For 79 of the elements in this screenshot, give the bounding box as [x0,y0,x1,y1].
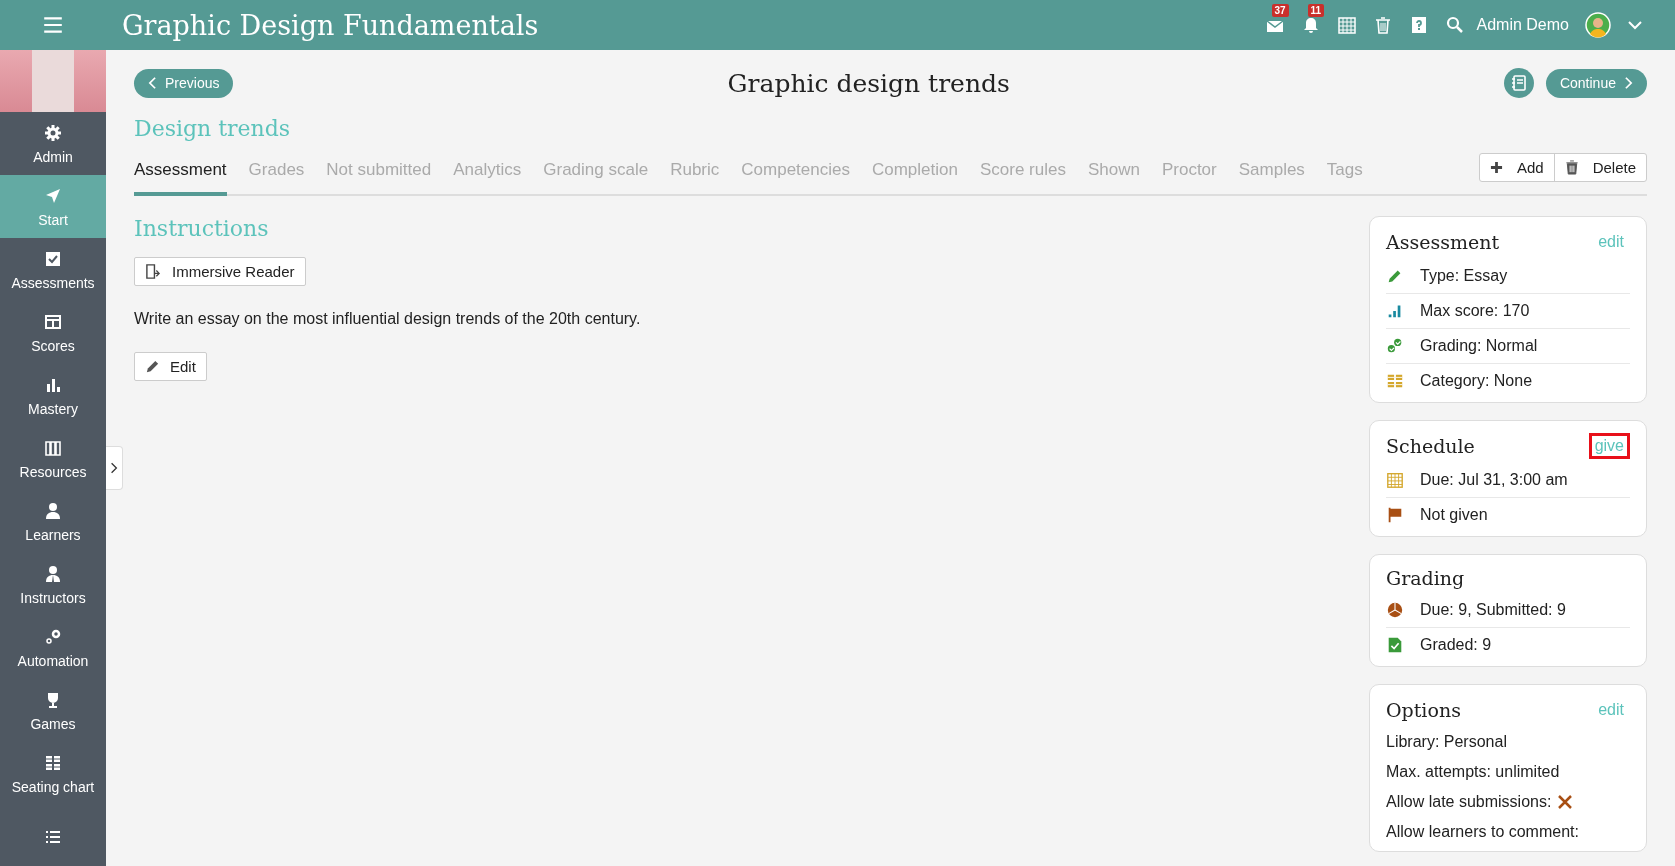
tab[interactable]: Analytics [453,154,522,196]
section-title: Design trends [134,116,292,141]
continue-button[interactable]: Continue [1545,68,1647,98]
grid-icon [1386,372,1404,390]
tab[interactable]: Grading scale [543,154,649,196]
pencil-icon [145,359,160,374]
option-text: Max. attempts: unlimited [1386,763,1560,781]
previous-button[interactable]: Previous [134,68,234,98]
search-icon[interactable] [1444,15,1465,35]
sidebar-item[interactable]: Scores [0,301,106,364]
user-name[interactable]: Admin Demo [1476,16,1569,34]
tab[interactable]: Tags [1326,154,1363,196]
sidebar-item[interactable]: Start [0,175,106,238]
card-title: Grading [1386,567,1465,589]
sidebar-item[interactable]: Resources [0,427,106,490]
tab[interactable]: Score rules [979,154,1066,196]
reader-icon [145,263,162,280]
card-title: Options [1386,699,1461,721]
chevron-right-icon [1624,76,1633,90]
card-row-text: Type: Essay [1420,267,1508,285]
sidebar-item[interactable]: Games [0,679,106,742]
sidebar-item[interactable]: Instructors [0,553,106,616]
sidebar-item[interactable]: Automation [0,616,106,679]
card-row-text: Grading: Normal [1420,337,1538,355]
edit-button[interactable]: Edit [134,352,207,381]
trash-icon [1564,160,1579,175]
document-check-icon [1386,636,1404,654]
tab[interactable]: Completion [871,154,958,196]
card-row-text: Due: Jul 31, 3:00 am [1420,471,1568,489]
instructions-text: Write an essay on the most influential design trends of the 20th century. [134,310,642,328]
expand-panel-button[interactable] [106,446,123,490]
card-action-link[interactable]: edit [1592,697,1630,723]
card-action-link[interactable]: edit [1592,229,1630,255]
tab[interactable]: Rubric [670,154,720,196]
card-row-text: Category: None [1420,372,1533,390]
sidebar-item[interactable]: Assessments [0,238,106,301]
instructor-icon [43,563,63,584]
sidebar-item[interactable]: Learners [0,490,106,553]
card-row-text: Max score: 170 [1420,302,1530,320]
gear-icon [43,122,63,143]
card-row-text: Due: 9, Submitted: 9 [1420,601,1566,619]
delete-button[interactable]: Delete [1553,154,1646,181]
avatar-icon[interactable] [1585,12,1611,38]
plus-icon [1489,161,1503,174]
option-text: Library: Personal [1386,733,1507,751]
flag-icon [1386,506,1404,524]
tab[interactable]: Grades [248,154,305,196]
checkmarks-icon [1386,337,1404,355]
card-row-text: Not given [1420,506,1488,524]
chevron-right-icon [110,461,118,475]
tab[interactable]: Samples [1238,154,1305,196]
option-text: Allow learners to comment: [1386,823,1579,841]
tab[interactable]: Assessment [134,154,227,196]
card-action-link[interactable]: give [1588,433,1630,459]
instructions-title: Instructions [134,216,270,241]
chevron-left-icon [148,76,157,90]
sidebar-item[interactable]: Admin [0,112,106,175]
person-icon [43,500,63,521]
tab[interactable]: Competencies [741,154,850,196]
card-row-text: Graded: 9 [1420,636,1492,654]
sidebar-item[interactable]: Seating chart [0,742,106,805]
notification-count: 11 [1307,4,1325,17]
notification-count: 37 [1271,4,1289,17]
card-title: Assessment [1386,231,1500,253]
tab[interactable]: Not submitted [326,154,432,196]
tab[interactable]: Shown [1087,154,1140,196]
calendar-icon[interactable] [1336,15,1357,35]
option-text: Allow late submissions: [1386,793,1552,811]
immersive-reader-button[interactable]: Immersive Reader [134,257,306,286]
add-button[interactable]: Add [1479,154,1554,181]
card-title: Schedule [1386,435,1475,457]
notebook-icon[interactable] [1503,68,1534,98]
menu-icon[interactable] [42,14,64,36]
calendar-icon [1386,471,1404,489]
course-title: Graphic Design Fundamentals [121,9,540,41]
sidebar-item[interactable]: Mastery [0,364,106,427]
tab[interactable]: Proctor [1161,154,1217,196]
pie-chart-icon [1386,601,1404,619]
page-title: Graphic design trends [727,68,1010,98]
